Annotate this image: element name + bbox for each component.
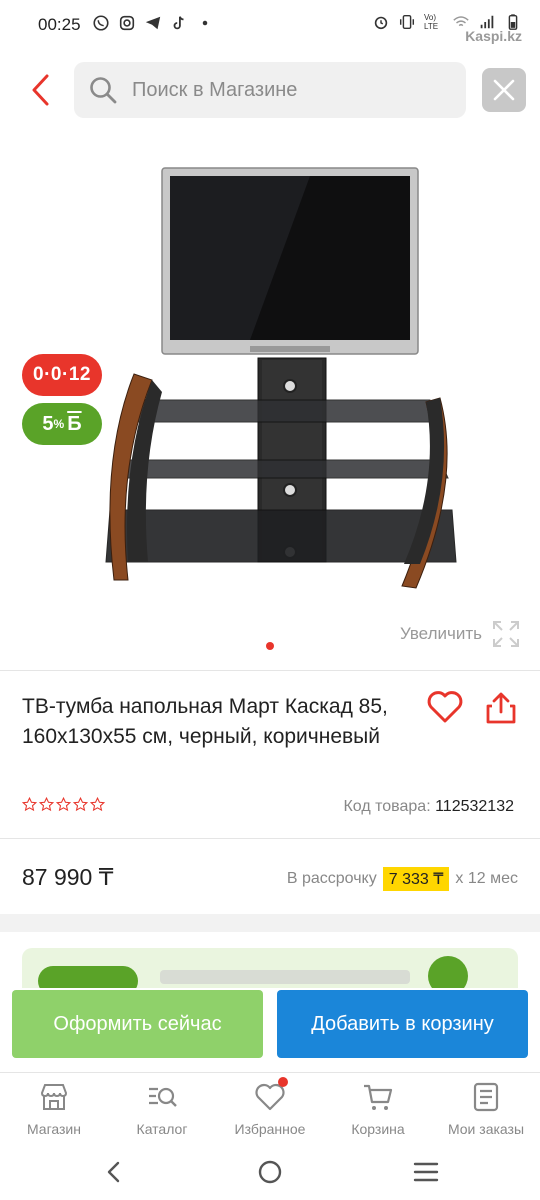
promo-text-placeholder	[160, 970, 410, 984]
telegram-icon	[145, 16, 161, 30]
bonus-promo-banner[interactable]	[22, 948, 518, 988]
credit-badge: 0·0·12	[22, 354, 102, 396]
star-icon	[39, 797, 54, 812]
system-navigation-bar	[0, 1150, 540, 1200]
cart-icon	[364, 1084, 393, 1110]
installment-amount: 7 333 ₸	[382, 867, 450, 891]
installment-prefix: В рассрочку	[286, 870, 377, 887]
divider	[0, 838, 540, 839]
bonus-percent: 5	[42, 412, 54, 435]
nav-item-cart[interactable]: Корзина	[324, 1073, 432, 1146]
nav-label-favorites: Избранное	[234, 1121, 306, 1137]
back-button[interactable]	[22, 70, 58, 110]
sku: Код товара: 112532132	[343, 798, 514, 816]
sku-label: Код товара:	[343, 798, 431, 815]
shop-icon	[40, 1084, 68, 1110]
status-time: 00:25	[38, 15, 81, 34]
bonus-symbol: Б	[67, 412, 82, 435]
zoom-label: Увеличить	[400, 624, 482, 643]
close-button[interactable]	[482, 68, 526, 112]
bottom-nav: Магазин Каталог Избранное Корзина Мои за…	[0, 1072, 540, 1146]
status-bar: 00:25 Vo) LTE Kaspi.kz	[0, 0, 540, 50]
star-icon	[22, 797, 37, 812]
star-icon	[56, 797, 71, 812]
favorites-notification-dot	[278, 1077, 288, 1087]
installment-info[interactable]: В рассрочку 7 333 ₸ х 12 мес	[287, 867, 518, 891]
nav-label-shop: Магазин	[26, 1121, 81, 1137]
system-recents-icon[interactable]	[412, 1160, 440, 1184]
tiktok-icon	[173, 16, 184, 30]
search-box[interactable]	[74, 62, 466, 118]
star-icon	[73, 797, 88, 812]
search-input[interactable]	[132, 78, 432, 102]
promo-bonus-pill	[38, 966, 138, 988]
kaspi-watermark: Kaspi.kz	[465, 28, 522, 44]
nav-item-orders[interactable]: Мои заказы	[432, 1073, 540, 1146]
instagram-icon	[119, 15, 135, 31]
expand-icon	[493, 621, 519, 647]
price: 87 990 ₸	[22, 864, 114, 890]
nav-item-catalog[interactable]: Каталог	[108, 1073, 216, 1146]
whatsapp-icon	[93, 15, 109, 31]
vibrate-icon	[399, 14, 415, 30]
share-icon[interactable]	[484, 690, 518, 726]
bonus-badge: 5% Б	[22, 403, 102, 445]
system-home-icon[interactable]	[256, 1158, 284, 1186]
rating-stars[interactable]	[22, 797, 105, 812]
orders-icon	[473, 1082, 499, 1112]
bonus-coin-icon	[428, 956, 468, 988]
installment-suffix: х 12 мес	[455, 870, 518, 887]
system-back-icon[interactable]	[102, 1160, 126, 1184]
product-title: ТВ-тумба напольная Март Каскад 85, 160x1…	[22, 695, 388, 748]
checkout-now-button[interactable]: Оформить сейчас	[12, 990, 263, 1058]
favorite-heart-icon[interactable]	[426, 688, 464, 726]
alarm-icon	[374, 16, 388, 30]
bonus-percent-sign: %	[53, 417, 65, 431]
more-notifications-icon	[202, 20, 208, 26]
zoom-button[interactable]: Увеличить	[400, 620, 520, 648]
catalog-search-icon	[149, 1087, 177, 1107]
carousel-dot-active[interactable]	[266, 642, 274, 650]
nav-label-catalog: Каталог	[136, 1121, 188, 1137]
section-separator	[0, 914, 540, 932]
lte-label: Vo) LTE	[424, 13, 439, 31]
divider	[0, 670, 540, 671]
add-to-cart-button[interactable]: Добавить в корзину	[277, 990, 528, 1058]
product-image[interactable]	[100, 160, 460, 600]
notification-icons	[92, 14, 214, 32]
nav-label-orders: Мои заказы	[447, 1121, 525, 1137]
star-icon	[90, 797, 105, 812]
nav-label-cart: Корзина	[351, 1121, 405, 1137]
close-icon	[493, 79, 515, 101]
back-arrow-icon	[32, 74, 49, 106]
nav-item-shop[interactable]: Магазин	[0, 1073, 108, 1146]
sku-value: 112532132	[435, 798, 514, 815]
nav-item-favorites[interactable]: Избранное	[216, 1073, 324, 1146]
search-icon	[90, 77, 117, 104]
